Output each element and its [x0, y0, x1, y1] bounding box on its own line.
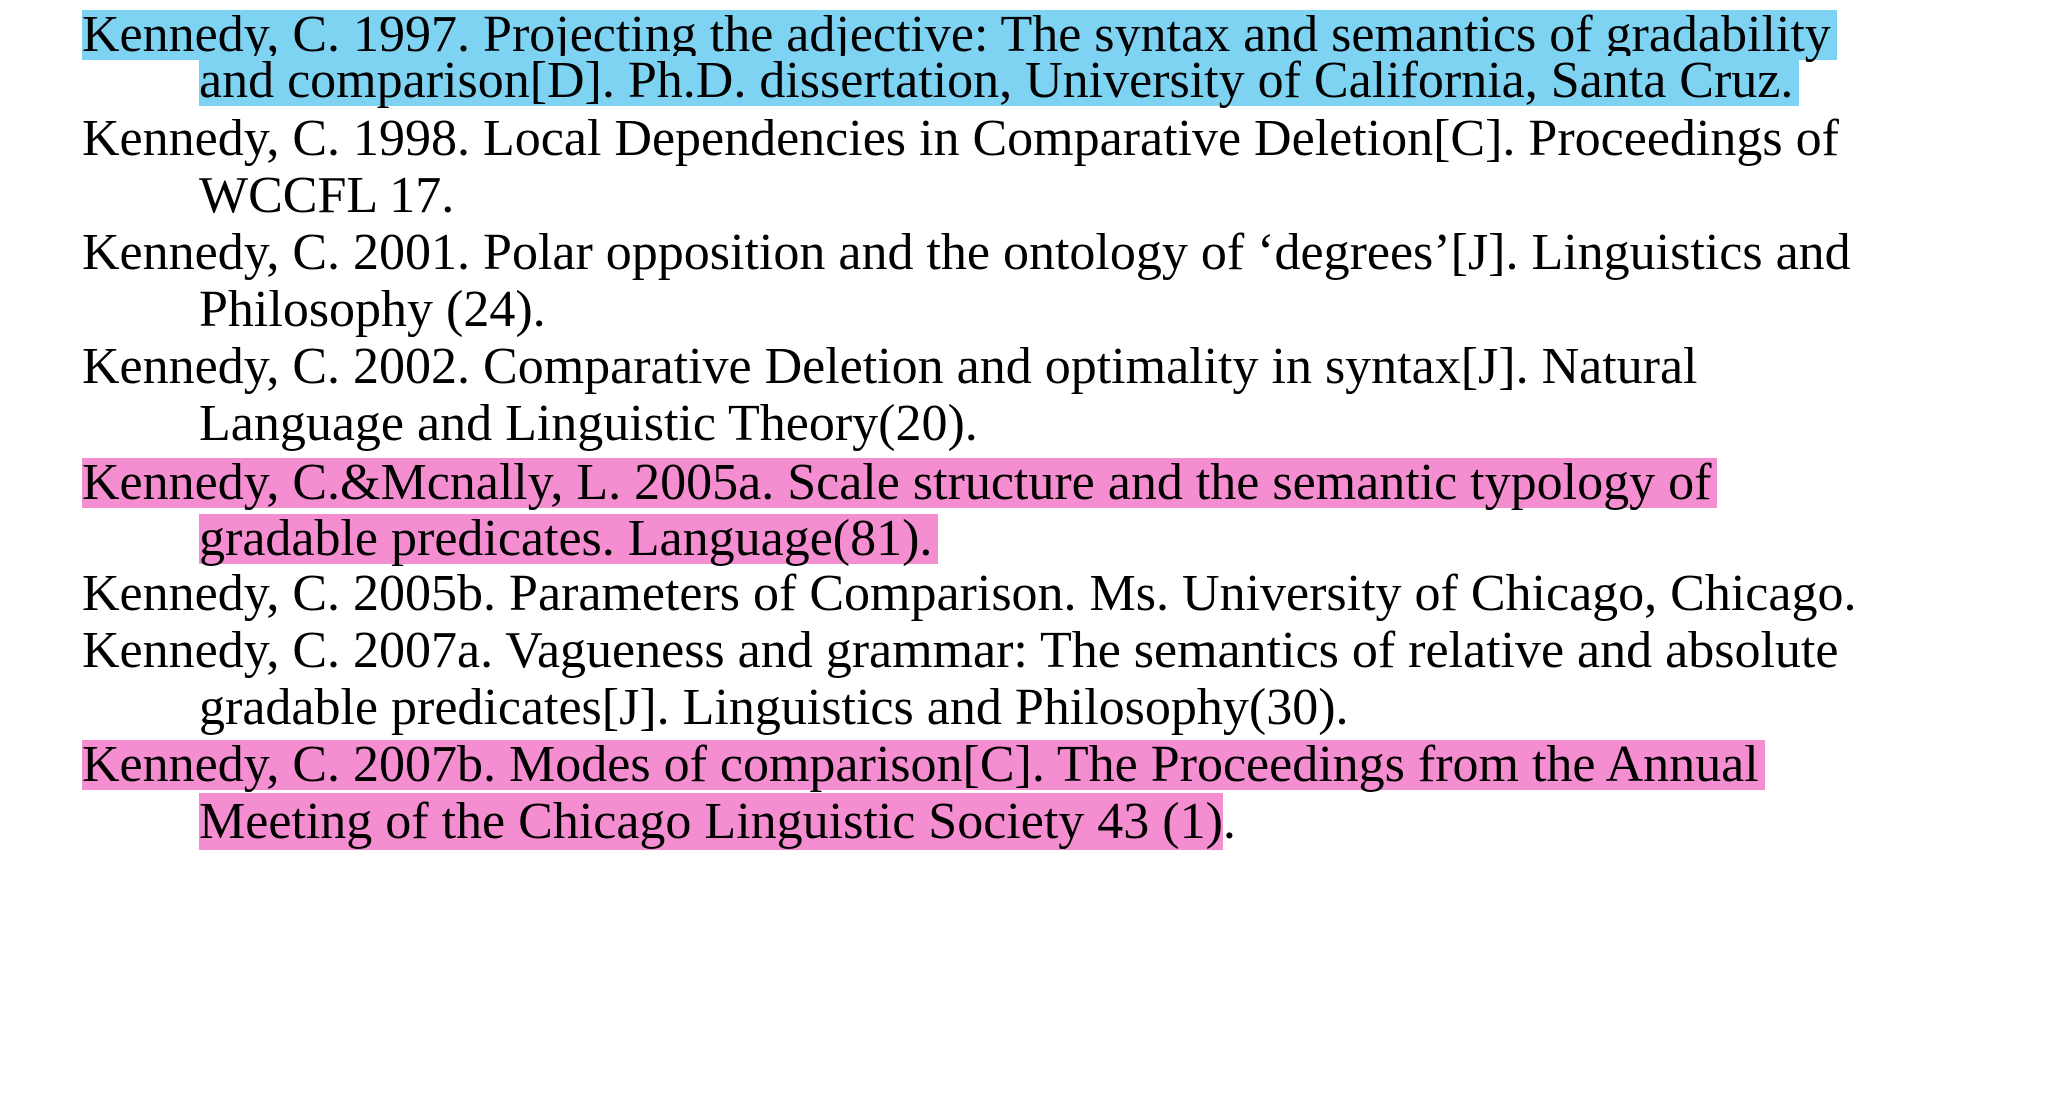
reference-5-line-2: gradable predicates. Language(81).: [199, 513, 939, 565]
reference-1-line-2: and comparison[D]. Ph.D. dissertation, U…: [199, 55, 1800, 107]
reference-6-line-1: Kennedy, C. 2005b. Parameters of Compari…: [82, 565, 1857, 622]
reference-3-line-2: Philosophy (24).: [199, 281, 546, 338]
reference-4-line-2: Language and Linguistic Theory(20).: [199, 395, 978, 452]
reference-2-line-2: WCCFL 17.: [199, 167, 455, 224]
reference-7-line-1: Kennedy, C. 2007a. Vagueness and grammar…: [82, 622, 1839, 679]
reference-3-line-1: Kennedy, C. 2001. Polar opposition and t…: [82, 224, 1851, 281]
reference-8-line-2-highlighted: Meeting of the Chicago Linguistic Societ…: [199, 793, 1223, 850]
reference-8-line-2: Meeting of the Chicago Linguistic Societ…: [199, 793, 1236, 850]
reference-8-line-1: Kennedy, C. 2007b. Modes of comparison[C…: [82, 739, 1765, 791]
reference-5-line-1: Kennedy, C.&Mcnally, L. 2005a. Scale str…: [82, 457, 1718, 509]
reference-8-line-2-tail: .: [1222, 793, 1236, 850]
reference-2-line-1: Kennedy, C. 1998. Local Dependencies in …: [82, 110, 1839, 167]
reference-4-line-1: Kennedy, C. 2002. Comparative Deletion a…: [82, 338, 1698, 395]
reference-7-line-2: gradable predicates[J]. Linguistics and …: [199, 679, 1349, 736]
reference-list: Kennedy, C. 1997. Projecting the adjecti…: [0, 0, 2050, 1112]
